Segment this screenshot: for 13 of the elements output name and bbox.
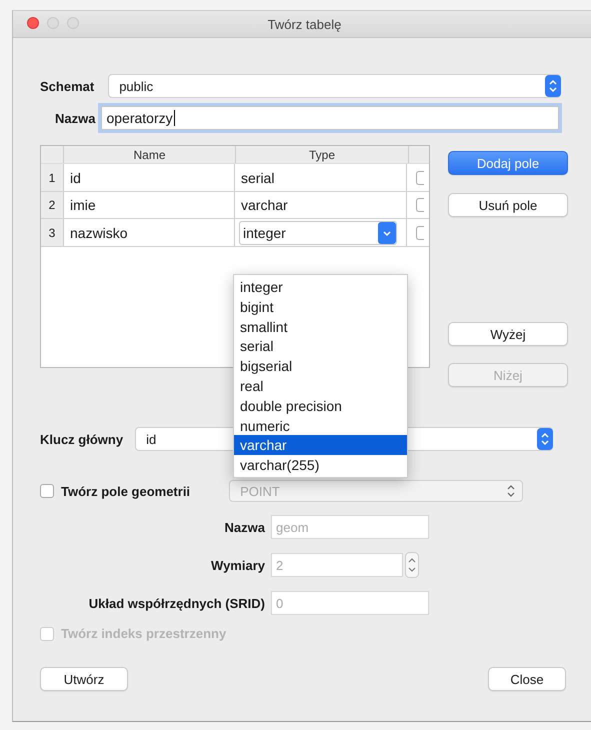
field-label: Nazwa	[55, 110, 96, 126]
checkbox-label: Twórz indeks przestrzenny	[61, 626, 226, 641]
row-number: 2	[41, 192, 64, 218]
field-label: Schemat	[40, 78, 94, 94]
row-number: 3	[41, 219, 64, 246]
column-header: Name	[64, 146, 236, 164]
field-label: Wymiary	[210, 558, 265, 572]
field-label: Nazwa	[224, 520, 265, 534]
column-header: Type	[236, 146, 409, 164]
row-number: 1	[41, 164, 64, 191]
field-label: Klucz główny	[40, 432, 124, 446]
field-label: Układ współrzędnych (SRID)	[88, 596, 265, 610]
window-title: Twórz tabelę	[268, 16, 342, 32]
